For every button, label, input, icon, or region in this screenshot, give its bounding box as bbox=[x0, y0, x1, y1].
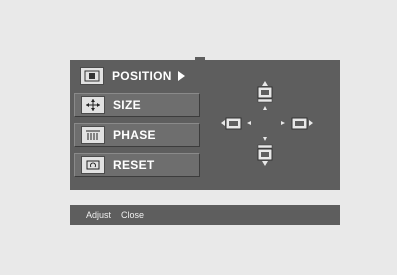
arrow-up-icon bbox=[263, 106, 267, 110]
menu-item-label: POSITION bbox=[112, 69, 172, 83]
menu-item-size[interactable]: SIZE bbox=[74, 93, 200, 117]
arrow-right-icon bbox=[177, 71, 185, 81]
phase-icon bbox=[81, 126, 105, 144]
arrow-down-icon bbox=[263, 137, 267, 141]
monitor-down-icon bbox=[257, 144, 273, 166]
menu-item-phase[interactable]: PHASE bbox=[74, 123, 200, 147]
menu-item-label: RESET bbox=[113, 158, 155, 172]
position-preview bbox=[204, 63, 336, 187]
monitor-right-icon bbox=[291, 117, 313, 130]
help-bar: Adjust Close bbox=[70, 205, 340, 225]
menu-item-reset[interactable]: RESET bbox=[74, 153, 200, 177]
size-icon bbox=[81, 96, 105, 114]
arrow-left-icon bbox=[247, 121, 251, 125]
arrow-right-icon bbox=[281, 121, 285, 125]
position-icon bbox=[80, 67, 104, 85]
reset-icon bbox=[81, 156, 105, 174]
help-adjust: Adjust bbox=[86, 210, 112, 220]
osd-menu-list: POSITION SIZE PHASE RESET bbox=[70, 60, 200, 190]
monitor-osd: POSITION SIZE PHASE RESET Adjust Close bbox=[0, 0, 397, 275]
osd-main-panel: POSITION SIZE PHASE RESET bbox=[70, 60, 340, 190]
monitor-up-icon bbox=[257, 81, 273, 103]
help-close: Close bbox=[121, 210, 145, 220]
menu-item-position[interactable]: POSITION bbox=[74, 64, 200, 88]
menu-item-label: PHASE bbox=[113, 128, 156, 142]
menu-item-label: SIZE bbox=[113, 98, 141, 112]
monitor-left-icon bbox=[221, 117, 242, 130]
